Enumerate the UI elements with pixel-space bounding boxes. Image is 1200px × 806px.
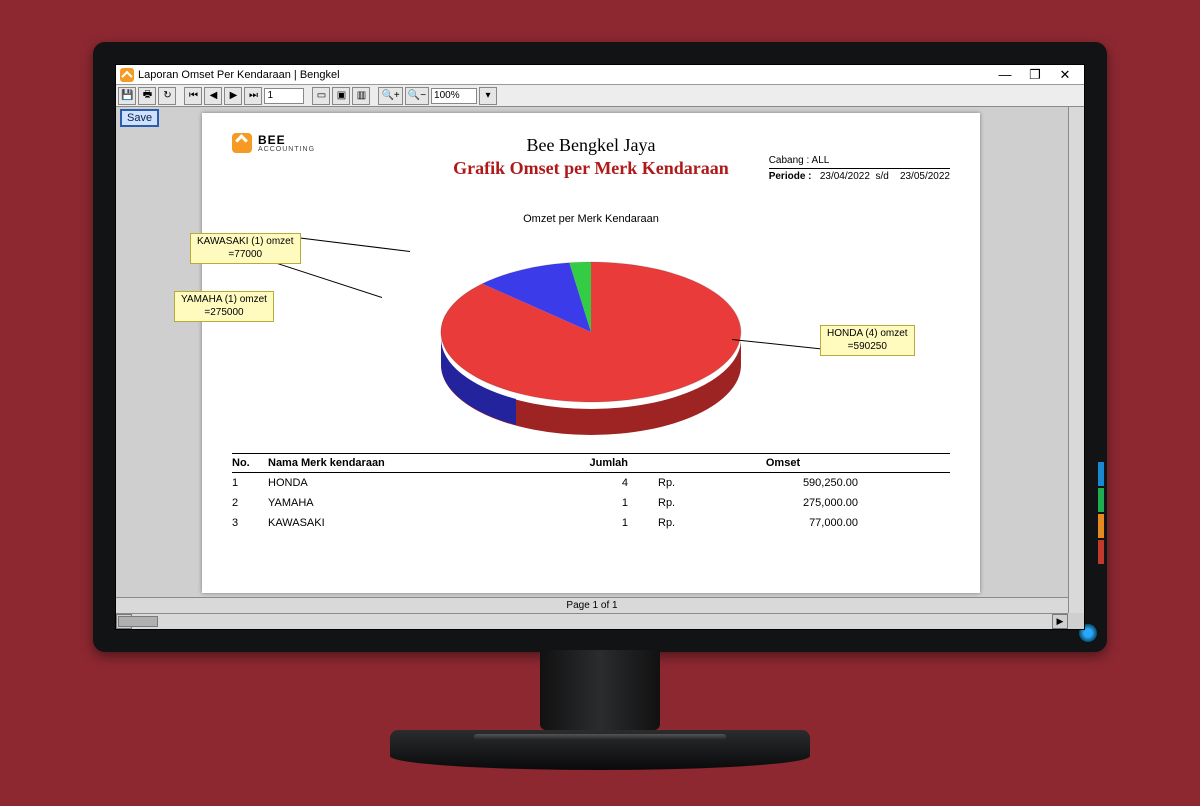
monitor-stand-neck	[540, 650, 660, 730]
table-row: 3KAWASAKI1Rp.77,000.00	[232, 513, 950, 533]
leader-line	[291, 236, 410, 252]
report-meta: Cabang : ALL Periode : 23/04/2022 s/d 23…	[769, 155, 950, 184]
print-icon[interactable]: 🖶	[138, 87, 156, 105]
last-page-icon[interactable]: ⏭	[244, 87, 262, 105]
window-title: Laporan Omset Per Kendaraan | Bengkel	[138, 69, 990, 81]
cabang-value: ALL	[812, 155, 830, 166]
page-fit-icon[interactable]: ▣	[332, 87, 350, 105]
scroll-right-icon[interactable]: ▶	[1052, 614, 1068, 629]
minimize-button[interactable]: —	[990, 67, 1020, 82]
save-icon[interactable]: 💾	[118, 87, 136, 105]
save-button[interactable]: Save	[120, 109, 159, 127]
periode-label: Periode :	[769, 171, 812, 182]
brand-logo: BEE ACCOUNTING	[232, 133, 315, 153]
page-footer: Page 1 of 1	[116, 597, 1068, 613]
callout-yamaha: YAMAHA (1) omzet=275000	[174, 291, 274, 322]
bee-logo-icon	[232, 133, 252, 153]
monitor-decor-ribbons	[1098, 462, 1104, 566]
page-number-input[interactable]	[264, 88, 304, 104]
table-header: No. Nama Merk kendaraan Jumlah Omset	[232, 453, 950, 473]
zoom-out-icon[interactable]: 🔍−	[405, 87, 429, 105]
prev-page-icon[interactable]: ◀	[204, 87, 222, 105]
report-viewport: BEE ACCOUNTING Bee Bengkel Jaya Grafik O…	[116, 107, 1084, 629]
table-row: 1HONDA4Rp.590,250.00	[232, 473, 950, 493]
callout-kawasaki: KAWASAKI (1) omzet=77000	[190, 233, 301, 264]
zoom-dropdown-icon[interactable]: ▾	[479, 87, 497, 105]
close-button[interactable]: ✕	[1050, 67, 1080, 83]
chart-title: Omzet per Merk Kendaraan	[232, 213, 950, 225]
maximize-button[interactable]: ❐	[1020, 67, 1050, 83]
monitor-frame: Laporan Omset Per Kendaraan | Bengkel — …	[93, 42, 1107, 652]
th-name: Nama Merk kendaraan	[268, 457, 548, 469]
app-window: Laporan Omset Per Kendaraan | Bengkel — …	[115, 64, 1085, 630]
logo-line1: BEE	[258, 134, 315, 146]
th-omset: Omset	[708, 457, 858, 469]
th-jumlah: Jumlah	[548, 457, 658, 469]
logo-line2: ACCOUNTING	[258, 146, 315, 153]
callout-honda: HONDA (4) omzet=590250	[820, 325, 915, 356]
first-page-icon[interactable]: ⏮	[184, 87, 202, 105]
page-width-icon[interactable]: ▥	[352, 87, 370, 105]
next-page-icon[interactable]: ▶	[224, 87, 242, 105]
app-icon	[120, 68, 134, 82]
scroll-thumb[interactable]	[118, 616, 158, 627]
page-actual-icon[interactable]: ▭	[312, 87, 330, 105]
company-name: Bee Bengkel Jaya	[232, 135, 950, 156]
zoom-level-input[interactable]	[431, 88, 477, 104]
pie-chart-svg	[411, 227, 771, 437]
zoom-in-icon[interactable]: 🔍+	[378, 87, 402, 105]
table-row: 2YAMAHA1Rp.275,000.00	[232, 493, 950, 513]
horizontal-scrollbar[interactable]: ◀ ▶	[116, 613, 1068, 629]
th-no: No.	[232, 457, 268, 469]
cabang-label: Cabang :	[769, 155, 810, 166]
report-page: BEE ACCOUNTING Bee Bengkel Jaya Grafik O…	[202, 113, 980, 593]
toolbar: 💾 🖶 ↻ ⏮ ◀ ▶ ⏭ ▭ ▣ ▥ 🔍+ 🔍− ▾	[116, 85, 1084, 107]
pie-chart: KAWASAKI (1) omzet=77000 YAMAHA (1) omze…	[232, 227, 950, 437]
refresh-icon[interactable]: ↻	[158, 87, 176, 105]
monitor-stand-base	[390, 730, 810, 770]
titlebar: Laporan Omset Per Kendaraan | Bengkel — …	[116, 65, 1084, 85]
periode-sep: s/d	[875, 171, 888, 182]
vertical-scrollbar[interactable]	[1068, 107, 1084, 613]
periode-from: 23/04/2022	[820, 171, 870, 182]
data-table: No. Nama Merk kendaraan Jumlah Omset 1HO…	[232, 453, 950, 533]
periode-to: 23/05/2022	[900, 171, 950, 182]
